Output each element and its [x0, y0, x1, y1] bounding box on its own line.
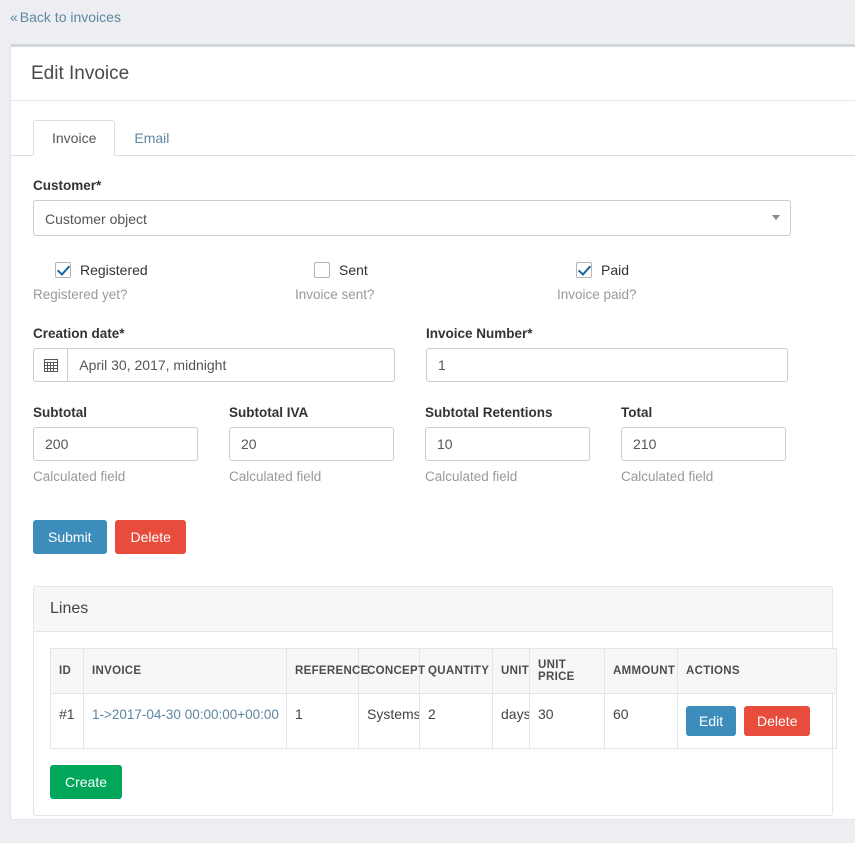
cell-unit: days — [492, 693, 530, 749]
page-title: Edit Invoice — [31, 63, 130, 84]
subtotal-retentions-label: Subtotal Retentions — [425, 405, 553, 420]
back-to-invoices-link[interactable]: «Back to invoices — [10, 9, 121, 25]
total-label: Total — [621, 405, 653, 420]
status-checkbox-row: Registered Registered yet? Sent Invoice … — [33, 262, 835, 302]
invoice-link[interactable]: 1->2017-04-30 00:00:00+00:00 — [92, 707, 279, 722]
submit-button[interactable]: Submit — [33, 520, 107, 554]
customer-select-wrap[interactable] — [33, 200, 791, 236]
checkbox-registered[interactable] — [55, 262, 71, 278]
invoice-form: Customer* Registered Registered yet? — [11, 156, 855, 484]
checkbox-paid-help: Invoice paid? — [557, 287, 637, 302]
cell-id: #1 — [50, 693, 84, 749]
customer-field-group: Customer* — [33, 178, 835, 236]
total-input[interactable] — [621, 427, 786, 461]
cell-concept: Systems — [358, 693, 420, 749]
cell-unit-price: 30 — [529, 693, 605, 749]
cell-reference: 1 — [286, 693, 359, 749]
creation-date-input[interactable] — [67, 348, 395, 382]
subtotal-input[interactable] — [33, 427, 198, 461]
lines-panel-title: Lines — [34, 587, 832, 632]
subtotal-retentions-group: Subtotal Retentions Calculated field — [425, 405, 621, 484]
column-header-actions: ACTIONS — [677, 648, 837, 694]
subtotal-iva-help: Calculated field — [229, 469, 322, 484]
total-help: Calculated field — [621, 469, 714, 484]
back-to-invoices-label: Back to invoices — [19, 9, 121, 25]
subtotal-label: Subtotal — [33, 405, 87, 420]
column-header-unit: UNIT — [492, 648, 530, 694]
checkbox-group-registered: Registered Registered yet? — [33, 262, 295, 302]
tab-email[interactable]: Email — [115, 120, 188, 156]
row-delete-button[interactable]: Delete — [744, 706, 811, 736]
subtotal-iva-label: Subtotal IVA — [229, 405, 309, 420]
subtotal-retentions-input[interactable] — [425, 427, 590, 461]
lines-panel: Lines ID INVOICE REFERENCE CONCEPT QUANT… — [33, 586, 837, 816]
subtotal-retentions-help: Calculated field — [425, 469, 518, 484]
subtotal-iva-group: Subtotal IVA Calculated field — [229, 405, 425, 484]
checkbox-group-paid: Paid Invoice paid? — [557, 262, 819, 302]
creation-date-label: Creation date* — [33, 326, 125, 341]
tab-bar: Invoice Email — [11, 101, 855, 156]
cell-quantity: 2 — [419, 693, 493, 749]
checkbox-registered-help: Registered yet? — [33, 287, 128, 302]
invoice-number-label: Invoice Number* — [426, 326, 533, 341]
checkbox-paid-label: Paid — [601, 262, 630, 278]
invoice-number-group: Invoice Number* — [426, 326, 817, 382]
column-header-quantity: QUANTITY — [419, 648, 493, 694]
column-header-id: ID — [50, 648, 84, 694]
column-header-unit-price: UNIT PRICE — [529, 648, 605, 694]
tab-invoice[interactable]: Invoice — [33, 120, 116, 156]
table-header-row: ID INVOICE REFERENCE CONCEPT QUANTITY UN… — [50, 648, 837, 694]
lines-table: ID INVOICE REFERENCE CONCEPT QUANTITY UN… — [50, 648, 837, 749]
checkbox-paid[interactable] — [576, 262, 592, 278]
form-actions: Submit Delete — [11, 520, 855, 554]
customer-select[interactable] — [33, 200, 791, 236]
subtotal-group: Subtotal Calculated field — [33, 405, 229, 484]
table-row: #1 1->2017-04-30 00:00:00+00:00 1 System… — [50, 693, 837, 749]
customer-label: Customer* — [33, 178, 102, 193]
column-header-invoice: INVOICE — [83, 648, 287, 694]
cell-actions: Edit Delete — [677, 693, 837, 749]
create-line-button[interactable]: Create — [50, 765, 123, 799]
creation-date-group: Creation date* — [33, 326, 424, 382]
page-root: «Back to invoices Edit Invoice Invoice E… — [0, 0, 855, 843]
lines-panel-body: ID INVOICE REFERENCE CONCEPT QUANTITY UN… — [34, 632, 837, 815]
row-edit-button[interactable]: Edit — [686, 706, 737, 736]
subtotal-iva-input[interactable] — [229, 427, 394, 461]
column-header-reference: REFERENCE — [286, 648, 368, 694]
calendar-icon[interactable] — [33, 348, 68, 382]
column-header-ammount: AMMOUNT — [604, 648, 678, 694]
checkbox-sent-help: Invoice sent? — [295, 287, 375, 302]
delete-invoice-button[interactable]: Delete — [115, 520, 186, 554]
amounts-row: Subtotal Calculated field Subtotal IVA C… — [33, 405, 835, 484]
create-wrap: Create — [50, 765, 816, 799]
checkbox-registered-label: Registered — [80, 262, 148, 278]
cell-ammount: 60 — [604, 693, 678, 749]
double-chevron-left-icon: « — [10, 9, 18, 25]
checkbox-sent[interactable] — [314, 262, 330, 278]
date-number-row: Creation date* April 30, 2017, midnight … — [33, 326, 835, 382]
total-group: Total Calculated field — [621, 405, 817, 484]
invoice-number-input[interactable] — [426, 348, 788, 382]
card-header: Edit Invoice — [11, 47, 855, 101]
column-header-concept: CONCEPT — [358, 648, 425, 694]
checkbox-sent-label: Sent — [339, 262, 368, 278]
edit-invoice-card: Edit Invoice Invoice Email Customer* Reg… — [10, 44, 855, 820]
creation-date-input-group — [33, 348, 395, 382]
cell-invoice: 1->2017-04-30 00:00:00+00:00 — [83, 693, 287, 749]
subtotal-help: Calculated field — [33, 469, 126, 484]
back-bar: «Back to invoices — [0, 0, 855, 25]
checkbox-group-sent: Sent Invoice sent? — [295, 262, 557, 302]
